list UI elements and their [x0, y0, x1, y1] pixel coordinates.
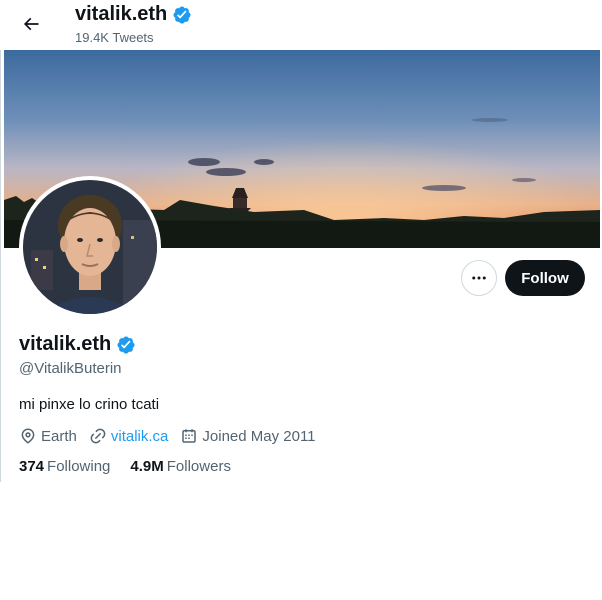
joined-item: Joined May 2011: [180, 427, 316, 445]
following-count: 374: [19, 458, 45, 475]
location-text: Earth: [41, 427, 77, 445]
joined-text: Joined May 2011: [202, 427, 316, 445]
location-pin-icon: [21, 428, 35, 444]
website-item: vitalik.ca: [89, 427, 169, 445]
profile-avatar[interactable]: [19, 176, 161, 318]
left-border: [0, 0, 1, 482]
profile-name: vitalik.eth: [19, 333, 136, 356]
follow-button[interactable]: Follow: [505, 260, 585, 296]
profile-meta: Earth vitalik.ca Joined May 2011: [19, 427, 328, 445]
verified-badge-icon: [173, 5, 191, 24]
following-label: Following: [47, 458, 111, 475]
profile-stats: 374 Following 4.9M Followers: [19, 458, 251, 475]
following-link[interactable]: 374 Following: [19, 458, 110, 475]
back-button[interactable]: [14, 7, 48, 41]
calendar-icon: [182, 429, 197, 443]
profile-header: vitalik.eth 19.4K Tweets: [0, 0, 602, 50]
followers-count: 4.9M: [130, 458, 164, 475]
header-title: vitalik.eth: [75, 3, 192, 26]
profile-name-text: vitalik.eth: [19, 333, 112, 355]
more-options-button[interactable]: [461, 260, 497, 296]
profile-bio: mi pinxe lo crino tcati: [19, 396, 160, 413]
verified-badge-icon[interactable]: [116, 335, 136, 355]
tweets-count: 19.4K Tweets: [75, 30, 154, 45]
followers-label: Followers: [166, 458, 231, 475]
followers-link[interactable]: 4.9M Followers: [130, 458, 231, 475]
more-horizontal-icon: [472, 276, 486, 280]
website-link[interactable]: vitalik.ca: [111, 428, 169, 445]
profile-handle: @VitalikButerin: [19, 360, 122, 377]
location-item: Earth: [19, 427, 77, 445]
link-icon: [90, 428, 106, 444]
arrow-left-icon: [23, 17, 39, 31]
header-title-text: vitalik.eth: [75, 3, 168, 25]
